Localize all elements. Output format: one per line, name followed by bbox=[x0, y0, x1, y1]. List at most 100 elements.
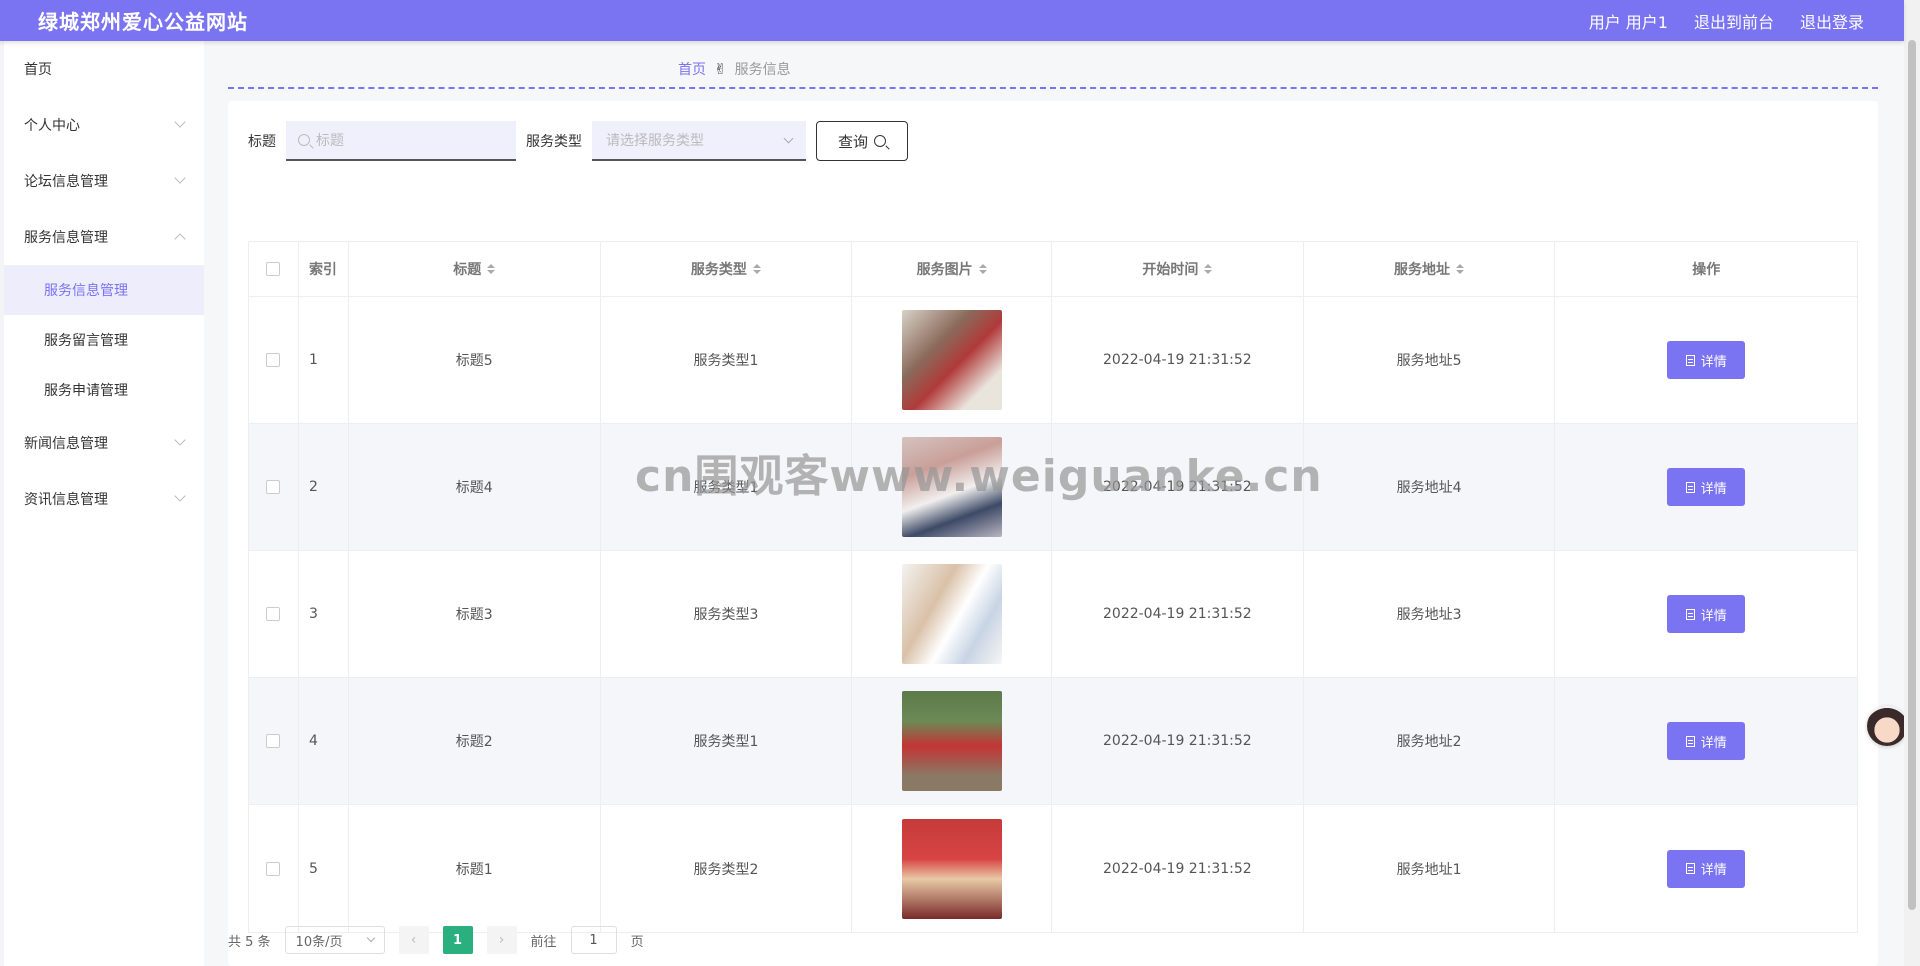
goto-suffix: 页 bbox=[630, 934, 644, 950]
prev-page-button[interactable]: ‹ bbox=[398, 926, 429, 954]
row-index: 5 bbox=[299, 805, 349, 932]
row-type: 服务类型1 bbox=[601, 297, 853, 423]
top-header: 绿城郑州爱心公益网站 用户 用户1 退出到前台 退出登录 bbox=[0, 0, 1904, 41]
row-type: 服务类型1 bbox=[601, 678, 853, 804]
row-address: 服务地址2 bbox=[1304, 678, 1556, 804]
row-address: 服务地址3 bbox=[1304, 551, 1556, 677]
page-number-current[interactable]: 1 bbox=[442, 926, 473, 954]
row-time: 2022-04-19 21:31:52 bbox=[1052, 297, 1304, 423]
service-image[interactable] bbox=[901, 310, 1002, 410]
column-header-label: 服务地址 bbox=[1394, 262, 1451, 278]
row-actions: 详情 bbox=[1555, 424, 1857, 550]
detail-button[interactable]: 详情 bbox=[1667, 595, 1746, 633]
column-header-title[interactable]: 标题 bbox=[349, 242, 601, 296]
logout-link[interactable]: 退出登录 bbox=[1800, 9, 1864, 33]
goto-prefix: 前往 bbox=[530, 934, 557, 950]
table-row: 1 标题5 服务类型1 2022-04-19 21:31:52 服务地址5 详情 bbox=[249, 297, 1857, 424]
chevron-up-icon bbox=[174, 233, 186, 245]
chevron-down-icon bbox=[174, 116, 186, 128]
row-image-cell bbox=[852, 551, 1053, 677]
row-index: 2 bbox=[299, 424, 349, 550]
sort-icon[interactable] bbox=[1456, 264, 1465, 274]
sidebar-item-home[interactable]: 首页 bbox=[4, 41, 204, 97]
breadcrumb-home[interactable]: 首页 bbox=[678, 59, 706, 79]
search-bar: 标题 标题 服务类型 请选择服务类型 查询 bbox=[248, 121, 908, 161]
column-header-address[interactable]: 服务地址 bbox=[1304, 242, 1556, 296]
detail-button[interactable]: 详情 bbox=[1667, 849, 1746, 888]
row-time: 2022-04-19 21:31:52 bbox=[1052, 424, 1304, 550]
next-page-button[interactable]: › bbox=[486, 926, 517, 954]
column-header-image[interactable]: 服务图片 bbox=[852, 242, 1053, 296]
row-checkbox[interactable] bbox=[266, 734, 281, 748]
total-count: 共 5 条 bbox=[228, 934, 271, 950]
sidebar-item-news[interactable]: 新闻信息管理 bbox=[4, 415, 204, 471]
goto-page-input[interactable]: 1 bbox=[570, 926, 617, 954]
row-checkbox[interactable] bbox=[266, 353, 281, 367]
chevron-down-icon bbox=[174, 172, 186, 184]
column-header-type[interactable]: 服务类型 bbox=[601, 242, 853, 296]
query-button[interactable]: 查询 bbox=[816, 121, 908, 161]
column-header-time[interactable]: 开始时间 bbox=[1052, 242, 1304, 296]
sidebar-item-label: 个人中心 bbox=[24, 118, 80, 134]
divider bbox=[228, 87, 1878, 89]
detail-button-label: 详情 bbox=[1700, 354, 1727, 370]
assistant-avatar[interactable] bbox=[1867, 706, 1907, 746]
service-image[interactable] bbox=[901, 818, 1002, 919]
vertical-scrollbar[interactable] bbox=[1904, 0, 1920, 966]
detail-button[interactable]: 详情 bbox=[1667, 341, 1746, 379]
breadcrumb: 首页 ✌ 服务信息 bbox=[678, 59, 791, 79]
service-image[interactable] bbox=[901, 691, 1002, 791]
table-header: 索引 标题 服务类型 服务图片 开始时间 服务地址 操作 bbox=[249, 242, 1857, 297]
row-type: 服务类型3 bbox=[601, 551, 853, 677]
sidebar-subitem-service-message[interactable]: 服务留言管理 bbox=[4, 315, 204, 365]
sidebar-subitem-service-info[interactable]: 服务信息管理 bbox=[4, 265, 204, 315]
detail-button-label: 详情 bbox=[1700, 481, 1727, 497]
service-image[interactable] bbox=[901, 564, 1002, 664]
row-checkbox[interactable] bbox=[266, 861, 281, 876]
sort-icon[interactable] bbox=[978, 264, 987, 274]
sort-icon[interactable] bbox=[487, 264, 496, 274]
sidebar-item-service[interactable]: 服务信息管理 bbox=[4, 209, 204, 265]
column-header-label: 服务图片 bbox=[916, 262, 973, 278]
sort-icon[interactable] bbox=[752, 264, 761, 274]
document-icon bbox=[1685, 481, 1695, 493]
row-time: 2022-04-19 21:31:52 bbox=[1052, 551, 1304, 677]
service-type-select[interactable]: 请选择服务类型 bbox=[592, 121, 806, 161]
content-panel: 标题 标题 服务类型 请选择服务类型 查询 索引 标题 服务类型 服务图片 开始… bbox=[228, 101, 1878, 966]
header-actions: 用户 用户1 退出到前台 退出登录 bbox=[1589, 9, 1864, 33]
service-image[interactable] bbox=[901, 437, 1002, 537]
row-time: 2022-04-19 21:31:52 bbox=[1052, 805, 1304, 932]
row-checkbox[interactable] bbox=[266, 607, 281, 621]
chevron-down-icon bbox=[174, 490, 186, 502]
breadcrumb-current: 服务信息 bbox=[734, 62, 791, 78]
row-image-cell bbox=[852, 424, 1053, 550]
sidebar-item-personal[interactable]: 个人中心 bbox=[4, 97, 204, 153]
sidebar-subitem-service-apply[interactable]: 服务申请管理 bbox=[4, 365, 204, 415]
scrollbar-thumb[interactable] bbox=[1908, 40, 1916, 910]
row-title: 标题3 bbox=[349, 551, 601, 677]
sidebar-item-forum[interactable]: 论坛信息管理 bbox=[4, 153, 204, 209]
service-type-label: 服务类型 bbox=[526, 134, 582, 150]
chevron-down-icon bbox=[366, 933, 375, 943]
detail-button-label: 详情 bbox=[1700, 735, 1727, 751]
row-title: 标题2 bbox=[349, 678, 601, 804]
query-button-label: 查询 bbox=[837, 132, 868, 151]
select-all-checkbox[interactable] bbox=[266, 262, 281, 276]
document-icon bbox=[1685, 608, 1695, 620]
sidebar-item-info[interactable]: 资讯信息管理 bbox=[4, 471, 204, 527]
chevron-down-icon bbox=[174, 434, 186, 446]
sort-icon[interactable] bbox=[1204, 264, 1213, 274]
detail-button[interactable]: 详情 bbox=[1667, 722, 1746, 760]
detail-button[interactable]: 详情 bbox=[1667, 468, 1746, 506]
sidebar-item-label: 论坛信息管理 bbox=[24, 174, 108, 190]
exit-to-front-link[interactable]: 退出到前台 bbox=[1694, 9, 1774, 33]
row-image-cell bbox=[852, 297, 1053, 423]
search-icon bbox=[298, 134, 310, 146]
title-search-input[interactable]: 标题 bbox=[286, 121, 516, 161]
column-header-label: 开始时间 bbox=[1142, 262, 1199, 278]
row-checkbox[interactable] bbox=[266, 480, 281, 494]
row-actions: 详情 bbox=[1555, 551, 1857, 677]
page-size-select[interactable]: 10条/页 bbox=[284, 926, 385, 954]
user-name[interactable]: 用户 用户1 bbox=[1589, 9, 1668, 33]
column-header-label: 服务类型 bbox=[690, 262, 747, 278]
